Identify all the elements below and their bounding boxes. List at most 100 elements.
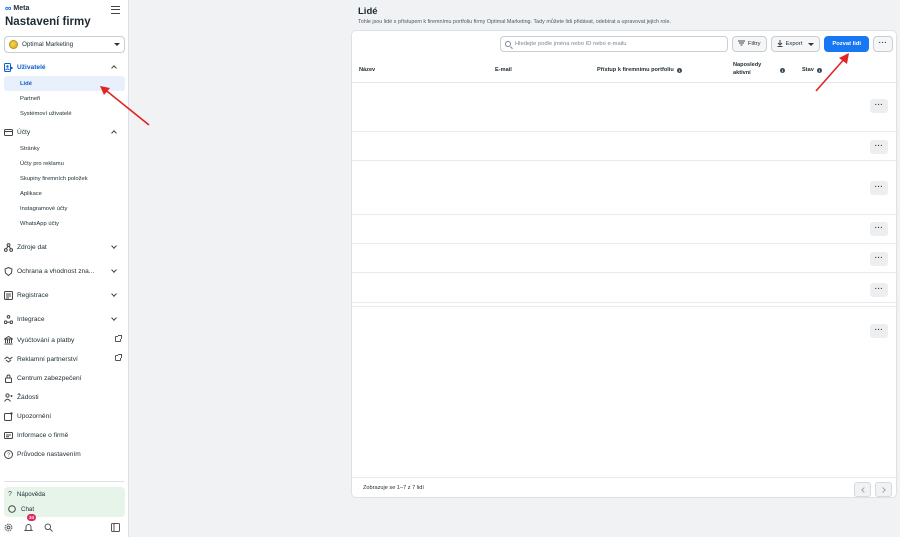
bank-icon [4, 336, 13, 345]
row-actions-button[interactable]: ··· [870, 181, 888, 195]
column-access[interactable]: Přístup k firemnímu portfoliu i [597, 67, 682, 73]
bell-icon[interactable] [24, 523, 33, 532]
sidebar-item-whatsapp[interactable]: WhatsApp účty [4, 216, 125, 231]
filters-label: Filtry [748, 41, 761, 47]
sidebar-item-asset-groups[interactable]: Skupiny firemních položek [4, 171, 125, 186]
shield-icon [4, 266, 13, 276]
nav-requests[interactable]: Žádosti [0, 388, 128, 407]
column-name[interactable]: Název [359, 67, 375, 73]
nav-security-center[interactable]: Centrum zabezpečení [0, 369, 128, 388]
nav-group-brand-safety[interactable]: Ochrana a vhodnost zna... [0, 259, 128, 283]
info-icon[interactable]: i [816, 67, 822, 73]
export-button[interactable]: Export [770, 36, 821, 52]
gear-icon[interactable] [4, 523, 13, 532]
search-icon[interactable] [44, 523, 53, 532]
nav-group-integrations[interactable]: Integrace [0, 307, 128, 331]
meta-logo-text: Meta [13, 5, 30, 12]
nav-group-integrations-label: Integrace [17, 315, 45, 323]
nav-notifications[interactable]: Upozornění [0, 407, 128, 426]
users-icon [4, 63, 13, 72]
column-last-active[interactable]: Naposledy aktivní [733, 61, 773, 77]
svg-text:?: ? [7, 453, 10, 459]
invite-people-button[interactable]: Pozvat lidi [824, 36, 869, 52]
nav-group-users[interactable]: Uživatelé [0, 59, 128, 76]
more-icon: ··· [874, 143, 884, 150]
nav-partnerships[interactable]: Reklamní partnerství [0, 350, 128, 369]
nav-group-data-sources[interactable]: Zdroje dat [0, 235, 128, 259]
chevron-down-icon [111, 315, 117, 321]
folder-icon [4, 128, 13, 137]
table-row-divider [352, 214, 898, 215]
sidebar-divider [4, 481, 124, 482]
caret-down-icon [114, 43, 120, 46]
row-actions-button[interactable]: ··· [870, 99, 888, 113]
info-icon[interactable]: i [780, 68, 785, 73]
sidebar-title: Nastavení firmy [5, 16, 91, 28]
meta-logo[interactable]: ∞ Meta [5, 3, 123, 13]
chat-link[interactable]: Chat [4, 502, 125, 517]
pagination-text: Zobrazuje se 1–7 z 7 lidí [363, 485, 424, 491]
filter-icon [738, 40, 745, 48]
person-add-icon [4, 393, 13, 402]
search-icon [505, 41, 511, 47]
notification-square-icon [4, 412, 13, 421]
info-icon[interactable]: i [676, 67, 682, 73]
prev-page-button[interactable] [854, 482, 871, 497]
menu-icon[interactable] [111, 6, 120, 14]
table-row-divider [352, 160, 898, 161]
sidebar: ∞ Meta Nastavení firmy Optimal Marketing… [0, 0, 129, 537]
sidebar-item-instagram[interactable]: Instagramové účty [4, 201, 125, 216]
more-icon: ··· [874, 327, 884, 334]
row-actions-button[interactable]: ··· [870, 140, 888, 154]
more-icon: ··· [874, 286, 884, 293]
row-actions-button[interactable]: ··· [870, 324, 888, 338]
nav-group-registration[interactable]: Registrace [0, 283, 128, 307]
help-link[interactable]: ? Nápověda [4, 487, 125, 502]
table-row-divider [352, 131, 898, 132]
table-header: Název E-mail Přístup k firemnímu portfol… [352, 57, 898, 83]
table-row-divider [352, 243, 898, 244]
table-row-divider [352, 306, 898, 307]
filters-button[interactable]: Filtry [732, 36, 767, 52]
nav-group-accounts[interactable]: Účty [0, 124, 128, 141]
row-actions-button[interactable]: ··· [870, 252, 888, 266]
page-description: Tohle jsou lidé s přístupem k firemnímu … [358, 19, 671, 25]
table-row-divider [352, 302, 898, 303]
help-panel: ? Nápověda Chat [4, 487, 125, 517]
sidebar-item-pages[interactable]: Stránky [4, 141, 125, 156]
panel-toggle-icon[interactable] [111, 522, 120, 532]
nav-group-brand-safety-label: Ochrana a vhodnost zna... [17, 267, 95, 275]
row-actions-button[interactable]: ··· [870, 283, 888, 297]
sidebar-item-partners[interactable]: Partneři [4, 91, 125, 106]
sidebar-nav: Uživatelé Lidé Partneři Systémoví uživat… [0, 59, 128, 464]
business-name: Optimal Marketing [22, 41, 74, 48]
data-sources-icon [4, 242, 13, 252]
more-icon: ··· [874, 255, 884, 262]
chat-label: Chat [21, 506, 35, 513]
nav-business-info[interactable]: Informace o firmě [0, 426, 128, 445]
nav-billing[interactable]: Vyúčtování a platby [0, 331, 128, 350]
chevron-up-icon [111, 130, 117, 136]
nav-setup-guide[interactable]: ? Průvodce nastavením [0, 445, 128, 464]
sidebar-item-system-users[interactable]: Systémoví uživatelé [4, 106, 125, 121]
meta-infinity-icon: ∞ [5, 3, 12, 13]
column-status[interactable]: Stav i [802, 67, 822, 73]
sidebar-item-people[interactable]: Lidé [4, 76, 125, 91]
business-selector[interactable]: Optimal Marketing [4, 36, 125, 53]
chat-icon [8, 504, 16, 515]
sidebar-item-apps[interactable]: Aplikace [4, 186, 125, 201]
question-circle-icon: ? [4, 450, 13, 459]
more-options-button[interactable]: ··· [873, 36, 893, 52]
search-input[interactable]: Hledejte podle jména nebo ID nebo e-mail… [500, 36, 728, 52]
business-info-icon [4, 431, 13, 440]
row-actions-button[interactable]: ··· [870, 222, 888, 236]
business-avatar [9, 40, 18, 49]
chevron-down-icon [111, 267, 117, 273]
nav-group-accounts-label: Účty [17, 129, 31, 136]
sidebar-item-ad-accounts[interactable]: Účty pro reklamu [4, 156, 125, 171]
column-email[interactable]: E-mail [495, 67, 512, 73]
nav-group-registration-label: Registrace [17, 291, 49, 299]
chevron-down-icon [111, 243, 117, 249]
chevron-up-icon [111, 65, 117, 71]
next-page-button[interactable] [875, 482, 892, 497]
